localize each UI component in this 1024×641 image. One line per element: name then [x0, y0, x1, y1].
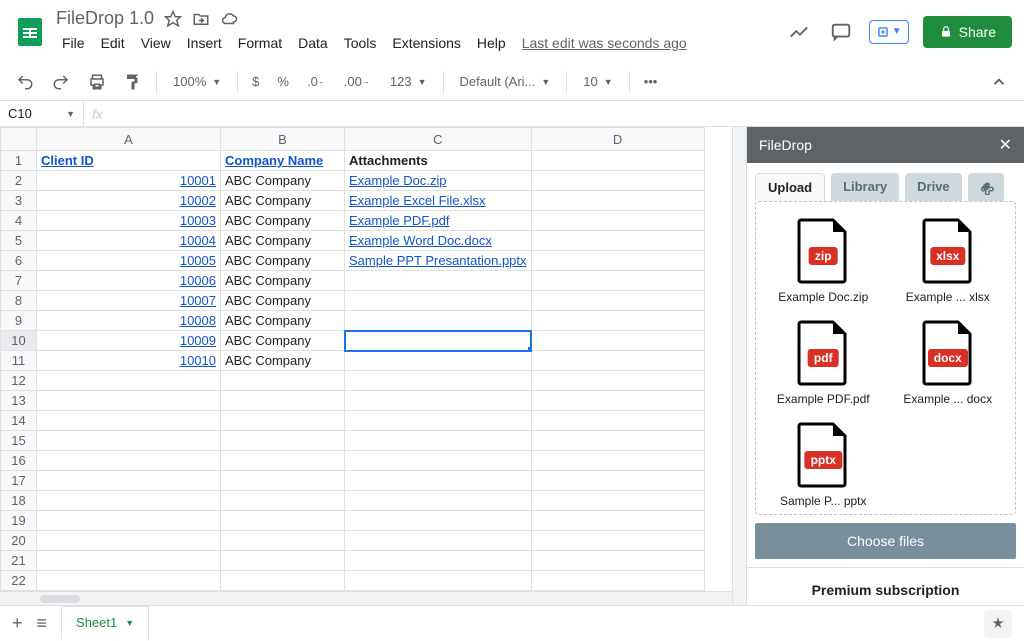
- file-name: Example PDF.pdf: [777, 392, 870, 406]
- sheets-logo[interactable]: [12, 14, 48, 50]
- fx-icon: fx: [84, 106, 111, 122]
- comments-icon[interactable]: [827, 18, 855, 46]
- col-header-c[interactable]: C: [345, 128, 532, 151]
- more-toolbar-button[interactable]: •••: [640, 70, 662, 93]
- redo-button[interactable]: [48, 69, 74, 95]
- zoom-dropdown[interactable]: 100%▼: [167, 70, 227, 93]
- font-size-dropdown[interactable]: 10▼: [577, 70, 618, 93]
- file-name: Example Doc.zip: [778, 290, 868, 304]
- col-header-d[interactable]: D: [531, 128, 704, 151]
- present-button[interactable]: ▼: [869, 20, 909, 44]
- file-tile[interactable]: pdf Example PDF.pdf: [766, 320, 881, 406]
- tab-drive[interactable]: Drive: [905, 173, 962, 201]
- cell[interactable]: Attachments: [345, 151, 532, 171]
- menu-format[interactable]: Format: [232, 31, 288, 55]
- menu-extensions[interactable]: Extensions: [386, 31, 466, 55]
- share-button[interactable]: Share: [923, 16, 1012, 48]
- paint-format-button[interactable]: [120, 69, 146, 95]
- explore-button[interactable]: [984, 610, 1012, 638]
- currency-button[interactable]: $: [248, 70, 263, 93]
- cell[interactable]: [531, 151, 704, 171]
- tab-library[interactable]: Library: [831, 173, 899, 201]
- tab-upload[interactable]: Upload: [755, 173, 825, 201]
- number-format-dropdown[interactable]: 123▼: [384, 70, 433, 93]
- menu-bar: File Edit View Insert Format Data Tools …: [56, 31, 777, 55]
- chevron-down-icon: ▼: [125, 618, 134, 628]
- menu-file[interactable]: File: [56, 31, 91, 55]
- menu-insert[interactable]: Insert: [181, 31, 228, 55]
- upload-dropzone[interactable]: zip Example Doc.zip xlsx Example ... xls…: [755, 201, 1016, 515]
- all-sheets-button[interactable]: ≡: [37, 613, 48, 634]
- selected-cell[interactable]: [345, 331, 532, 351]
- premium-subscription-link[interactable]: Premium subscription: [747, 567, 1024, 612]
- percent-button[interactable]: %: [273, 70, 293, 93]
- file-tile[interactable]: docx Example ... docx: [891, 320, 1006, 406]
- horizontal-scrollbar[interactable]: [0, 591, 732, 605]
- col-header-a[interactable]: A: [37, 128, 221, 151]
- decrease-decimal-button[interactable]: .0←: [303, 70, 330, 93]
- star-icon[interactable]: [164, 10, 182, 28]
- file-name: Example ... xlsx: [906, 290, 990, 304]
- file-name: Example ... docx: [903, 392, 992, 406]
- choose-files-button[interactable]: Choose files: [755, 523, 1016, 559]
- row-header[interactable]: 1: [1, 151, 37, 171]
- menu-tools[interactable]: Tools: [338, 31, 383, 55]
- formula-input[interactable]: [111, 106, 1024, 121]
- collapse-toolbar-button[interactable]: [986, 69, 1012, 95]
- name-box[interactable]: C10▼: [0, 101, 84, 126]
- chevron-down-icon: ▼: [892, 26, 902, 37]
- print-button[interactable]: [84, 69, 110, 95]
- last-edit-link[interactable]: Last edit was seconds ago: [516, 31, 693, 55]
- col-header-b[interactable]: B: [221, 128, 345, 151]
- file-tile[interactable]: xlsx Example ... xlsx: [891, 218, 1006, 304]
- add-sheet-button[interactable]: +: [12, 613, 23, 634]
- font-dropdown[interactable]: Default (Ari...▼: [454, 70, 557, 93]
- tab-settings[interactable]: [968, 173, 1004, 201]
- undo-button[interactable]: [12, 69, 38, 95]
- cell[interactable]: Client ID: [37, 151, 221, 171]
- file-name: Sample P... pptx: [780, 494, 867, 508]
- history-icon[interactable]: [785, 18, 813, 46]
- increase-decimal-button[interactable]: .00→: [340, 70, 374, 93]
- toolbar: 100%▼ $ % .0← .00→ 123▼ Default (Ari...▼…: [0, 63, 1024, 101]
- menu-help[interactable]: Help: [471, 31, 512, 55]
- move-folder-icon[interactable]: [192, 10, 210, 28]
- file-tile[interactable]: zip Example Doc.zip: [766, 218, 881, 304]
- doc-title[interactable]: FileDrop 1.0: [56, 8, 154, 29]
- filedrop-panel: FileDrop ✕ Upload Library Drive zip Exam…: [746, 127, 1024, 605]
- menu-data[interactable]: Data: [292, 31, 334, 55]
- panel-title: FileDrop: [759, 137, 812, 153]
- file-tile[interactable]: pptx Sample P... pptx: [766, 422, 881, 508]
- gear-icon: [978, 179, 994, 195]
- spreadsheet-grid[interactable]: A B C D 1 Client ID Company Name Attachm…: [0, 127, 705, 591]
- vertical-scrollbar[interactable]: [732, 127, 746, 605]
- close-icon[interactable]: ✕: [999, 135, 1012, 155]
- cell[interactable]: Company Name: [221, 151, 345, 171]
- sheet-tab[interactable]: Sheet1▼: [61, 606, 149, 641]
- menu-edit[interactable]: Edit: [95, 31, 131, 55]
- share-label: Share: [959, 24, 996, 40]
- menu-view[interactable]: View: [135, 31, 177, 55]
- cloud-status-icon[interactable]: [220, 10, 238, 28]
